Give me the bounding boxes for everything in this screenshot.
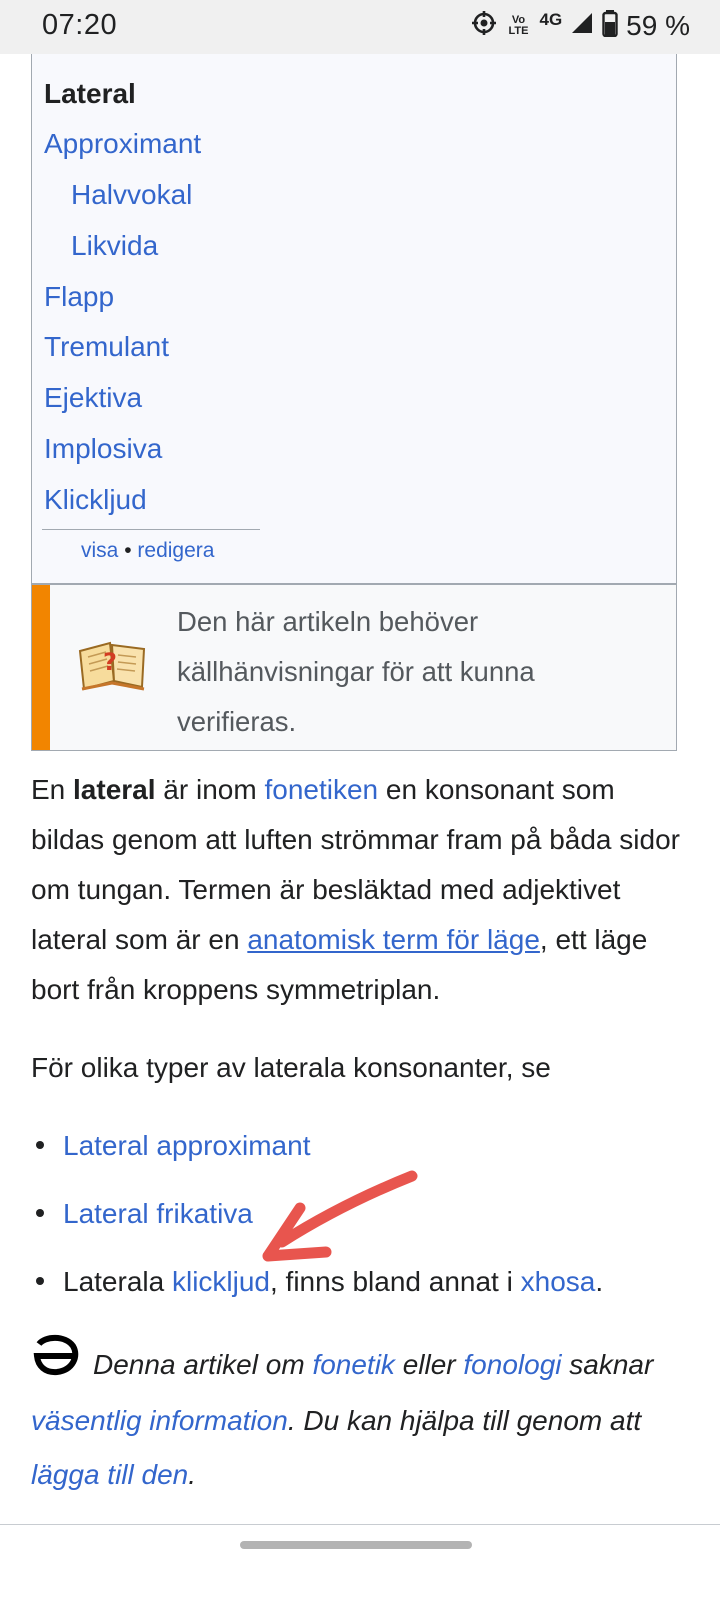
link-lateral-frikativa[interactable]: Lateral frikativa	[63, 1198, 253, 1229]
schwa-icon	[31, 1332, 81, 1394]
battery-icon	[602, 9, 618, 42]
navbox-link-tremulant[interactable]: Tremulant	[44, 331, 169, 363]
stub-text-3: saknar	[561, 1349, 654, 1380]
article-see-paragraph: För olika typer av laterala konsonanter,…	[31, 1052, 551, 1083]
navbox-link-ejektiva[interactable]: Ejektiva	[44, 382, 142, 414]
navbox-link-likvida[interactable]: Likvida	[71, 230, 158, 262]
navbox-link-approximant[interactable]: Approximant	[44, 128, 201, 160]
book-question-icon: ?	[76, 637, 150, 698]
signal-icon	[570, 11, 594, 40]
battery-level: 59 %	[626, 9, 690, 41]
link-lateral-approximant[interactable]: Lateral approximant	[63, 1130, 310, 1161]
ambox-accent-bar	[32, 585, 50, 750]
list-item: Lateral frikativa	[31, 1189, 253, 1239]
navbox-edit-link[interactable]: redigera	[137, 539, 214, 562]
network-type: 4G	[539, 9, 563, 29]
status-bar: 07:20 Vo LTE 4G 59 %	[0, 0, 720, 54]
status-icons: Vo LTE 4G 59 %	[471, 9, 690, 42]
navbox-footer: visa • redigera	[81, 539, 214, 563]
link-klickljud[interactable]: klickljud	[172, 1266, 270, 1297]
navbox: Lateral Approximant Halvvokal Likvida Fl…	[31, 54, 677, 584]
question-mark-glyph: ?	[103, 648, 117, 676]
volte-icon: Vo LTE	[508, 13, 529, 37]
stub-text-4: . Du kan hjälpa till genom att	[287, 1404, 642, 1436]
bullet-dot	[36, 1277, 44, 1286]
navbox-link-implosiva[interactable]: Implosiva	[44, 433, 162, 465]
list-item: Laterala klickljud, finns bland annat i …	[31, 1257, 603, 1307]
navbox-view-link[interactable]: visa	[81, 539, 118, 562]
link-lagga-till-den[interactable]: lägga till den	[31, 1459, 188, 1490]
article-intro-paragraph: En lateral är inom fonetiken en konsonan…	[31, 765, 681, 1015]
navbox-link-flapp[interactable]: Flapp	[44, 281, 114, 313]
citation-needed-box: ? Den här artikeln behöver källhänvisnin…	[31, 584, 677, 751]
link-xhosa[interactable]: xhosa	[521, 1266, 596, 1297]
stub-text-2: eller	[394, 1349, 464, 1380]
stub-notice: Denna artikel om fonetik eller fonologi …	[31, 1334, 681, 1502]
intro-text-2: är inom	[155, 774, 265, 805]
bullet-dot	[36, 1141, 44, 1150]
link-fonetiken[interactable]: fonetiken	[264, 774, 378, 805]
list-text: , finns bland annat i	[270, 1266, 521, 1297]
bullet-dot	[36, 1209, 44, 1218]
list-text: .	[595, 1266, 604, 1297]
footer-divider	[0, 1524, 720, 1525]
link-anatomisk-term[interactable]: anatomisk term för läge	[247, 924, 540, 955]
intro-text-1: En	[31, 774, 74, 805]
stub-text-5: .	[188, 1458, 197, 1490]
navbox-title: Lateral	[44, 78, 136, 109]
link-fonetik[interactable]: fonetik	[312, 1349, 395, 1380]
navbox-divider	[42, 529, 260, 530]
navbox-link-klickljud[interactable]: Klickljud	[44, 484, 147, 516]
link-fonologi[interactable]: fonologi	[463, 1349, 561, 1380]
list-text: Laterala	[63, 1266, 172, 1297]
status-time: 07:20	[42, 9, 118, 41]
link-vasentlig-information[interactable]: väsentlig information	[31, 1405, 288, 1436]
ambox-message: Den här artikeln behöver källhänvisninga…	[177, 606, 535, 737]
gps-icon	[471, 10, 497, 41]
navbox-footer-separator: •	[118, 539, 138, 562]
list-item: Lateral approximant	[31, 1121, 310, 1171]
intro-bold-term: lateral	[73, 774, 156, 805]
stub-text-1: Denna artikel om	[93, 1349, 313, 1380]
home-indicator[interactable]	[240, 1541, 472, 1549]
navbox-link-halvvokal[interactable]: Halvvokal	[71, 179, 192, 211]
